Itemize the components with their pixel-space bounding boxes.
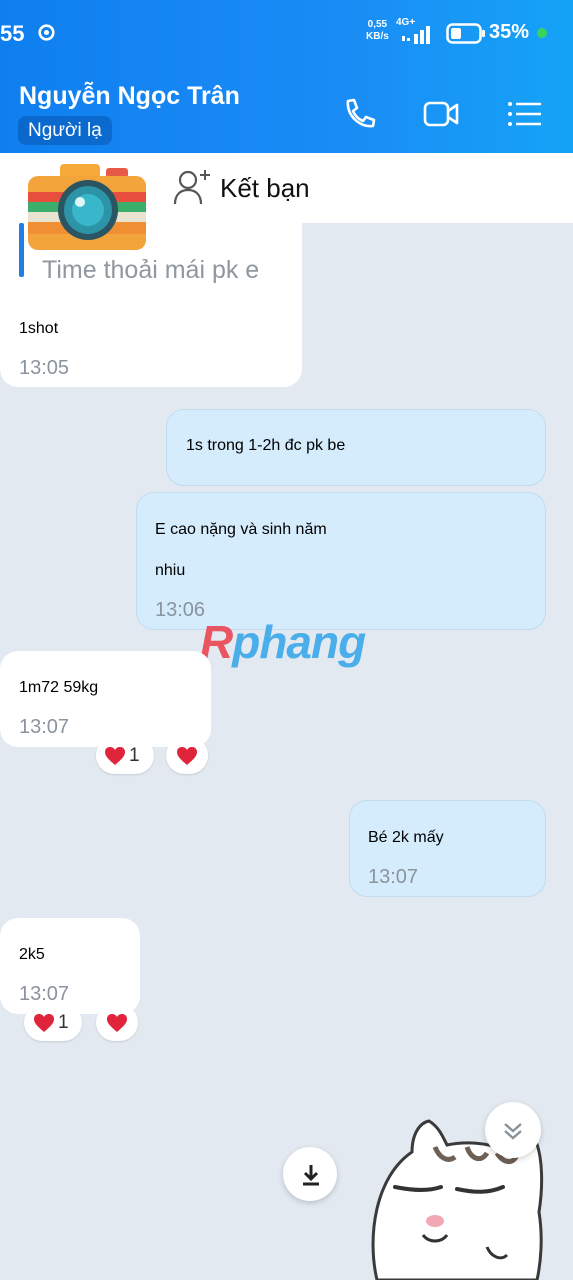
stranger-badge: Người lạ <box>18 116 112 145</box>
download-icon <box>303 1165 319 1186</box>
quote-bar <box>19 223 24 277</box>
quoted-message: Time thoải mái pk e <box>42 256 260 284</box>
chevron-down-icon <box>504 1123 522 1140</box>
message-time: 13:07 <box>19 983 70 1005</box>
heart-icon <box>105 747 125 765</box>
add-reaction-button[interactable] <box>96 1004 138 1041</box>
scroll-to-bottom-button[interactable] <box>485 1102 541 1158</box>
watermark-logo: Rphang <box>200 616 366 668</box>
message-text: 1m72 59kg <box>19 679 99 696</box>
heart-icon <box>107 1014 127 1032</box>
phone-icon[interactable] <box>340 96 378 132</box>
chat-header: 55 0,55 KB/s 4G+ 35% Nguyễn Ngọc Trân Ng… <box>0 0 573 153</box>
battery-icon <box>446 23 485 44</box>
message-time: 13:06 <box>155 599 206 621</box>
message-text: 1s trong 1-2h đc pk be <box>186 437 346 454</box>
message-text: Bé 2k mấy <box>368 829 444 846</box>
reaction-count[interactable]: 1 <box>96 737 154 774</box>
message-text: 1shot <box>19 320 59 337</box>
battery-percent: 35% <box>489 21 530 43</box>
notification-dot <box>537 28 547 38</box>
status-time: 55 <box>0 21 25 46</box>
network-speed: 0,55 KB/s <box>366 19 389 42</box>
message-time: 13:07 <box>19 716 70 738</box>
contact-name[interactable]: Nguyễn Ngọc Trân <box>19 82 240 111</box>
signal-icon <box>402 26 430 44</box>
heart-icon <box>34 1014 54 1032</box>
message-text: E cao nặng và sinh năm <box>155 521 327 538</box>
status-bar: 55 0,55 KB/s 4G+ 35% <box>0 0 573 66</box>
download-button[interactable] <box>283 1147 337 1201</box>
add-friend-button[interactable]: Kết bạn <box>220 173 310 204</box>
message-text: 2k5 <box>19 946 45 963</box>
menu-icon[interactable] <box>505 96 543 132</box>
heart-icon <box>177 747 197 765</box>
reaction-count[interactable]: 1 <box>24 1004 82 1041</box>
add-friend-icon[interactable] <box>173 168 213 206</box>
video-call-icon[interactable] <box>422 96 460 132</box>
message-time: 13:05 <box>19 357 70 379</box>
message-text: nhiu <box>155 562 186 579</box>
chrome-icon <box>38 24 55 41</box>
message-time: 13:07 <box>368 866 419 888</box>
camera-sticker[interactable] <box>26 162 150 254</box>
add-reaction-button[interactable] <box>166 737 208 774</box>
